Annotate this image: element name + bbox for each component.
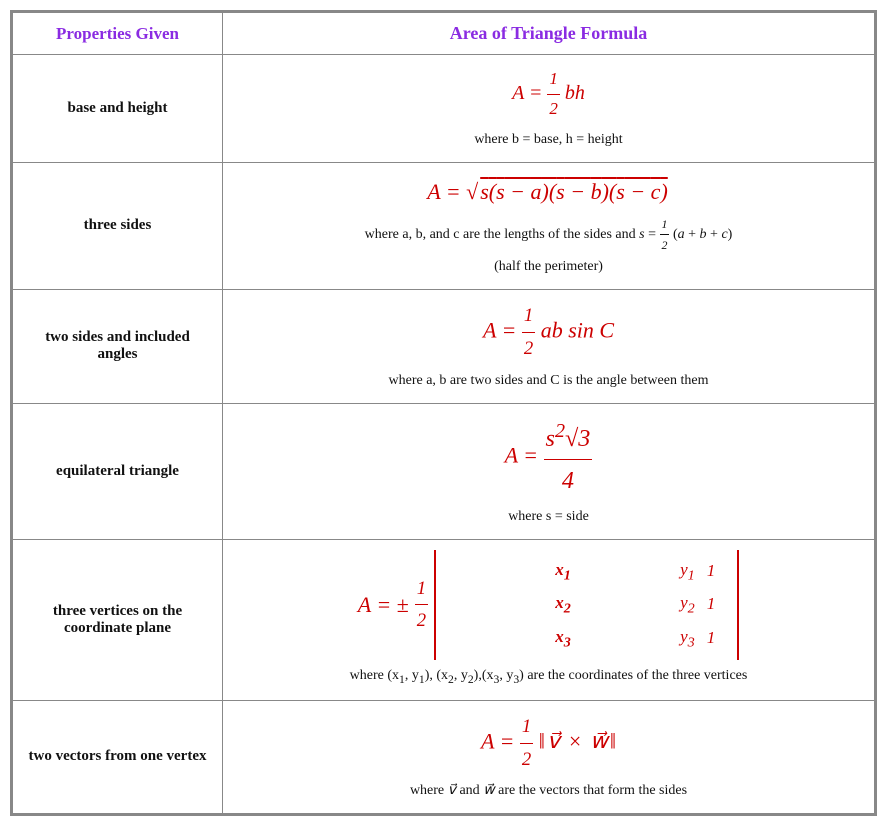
formula-two-vectors: A = 1 2 ‖v⃗ × w⃗‖ where v⃗ and w⃗ are th… xyxy=(223,700,875,813)
formula-text-two-sides: A = 1 2 ab sin C xyxy=(235,300,862,365)
row-two-sides: two sides and included angles A = 1 2 ab… xyxy=(13,290,875,403)
desc-base-height: where b = base, h = height xyxy=(235,128,862,152)
formula-text-two-vectors: A = 1 2 ‖v⃗ × w⃗‖ xyxy=(235,711,862,776)
formula-text-base-height: A = 1 2 bh xyxy=(235,65,862,124)
formula-two-sides: A = 1 2 ab sin C where a, b are two side… xyxy=(223,290,875,403)
formula-three-vertices: A = ± 1 2 x1 y1 1 xyxy=(223,539,875,700)
desc-three-sides: where a, b, and c are the lengths of the… xyxy=(235,214,862,255)
formula-three-sides: A = √s(s − a)(s − b)(s − c) where a, b, … xyxy=(223,162,875,290)
desc-two-vectors: where v⃗ and w⃗ are the vectors that for… xyxy=(235,779,862,803)
formula-text-equilateral: A = s2√3 4 xyxy=(235,414,862,501)
property-two-sides: two sides and included angles xyxy=(13,290,223,403)
desc-two-sides: where a, b are two sides and C is the an… xyxy=(235,369,862,393)
desc-three-sides-2: (half the perimeter) xyxy=(235,255,862,279)
row-equilateral: equilateral triangle A = s2√3 4 where s … xyxy=(13,403,875,539)
header-formula: Area of Triangle Formula xyxy=(223,13,875,55)
formula-base-height: A = 1 2 bh where b = base, h = height xyxy=(223,55,875,163)
property-two-vectors: two vectors from one vertex xyxy=(13,700,223,813)
desc-equilateral: where s = side xyxy=(235,505,862,529)
property-three-vertices: three vertices on the coordinate plane xyxy=(13,539,223,700)
matrix-wrap: x1 y1 1 x2 y2 1 xyxy=(434,550,739,660)
desc-three-vertices: where (x1, y1), (x2, y2),(x3, y3) are th… xyxy=(235,664,862,690)
formula-table: Properties Given Area of Triangle Formul… xyxy=(12,12,875,814)
row-base-height: base and height A = 1 2 bh where b = bas… xyxy=(13,55,875,163)
header-properties: Properties Given xyxy=(13,13,223,55)
property-base-height: base and height xyxy=(13,55,223,163)
formula-text-three-vertices: A = ± 1 2 x1 y1 1 xyxy=(235,550,862,660)
formula-equilateral: A = s2√3 4 where s = side xyxy=(223,403,875,539)
matrix: x1 y1 1 x2 y2 1 xyxy=(434,550,739,660)
row-three-sides: three sides A = √s(s − a)(s − b)(s − c) … xyxy=(13,162,875,290)
property-three-sides: three sides xyxy=(13,162,223,290)
row-three-vertices: three vertices on the coordinate plane A… xyxy=(13,539,875,700)
property-equilateral: equilateral triangle xyxy=(13,403,223,539)
main-table-container: Properties Given Area of Triangle Formul… xyxy=(10,10,877,816)
row-two-vectors: two vectors from one vertex A = 1 2 ‖v⃗ … xyxy=(13,700,875,813)
formula-text-three-sides: A = √s(s − a)(s − b)(s − c) xyxy=(235,173,862,210)
